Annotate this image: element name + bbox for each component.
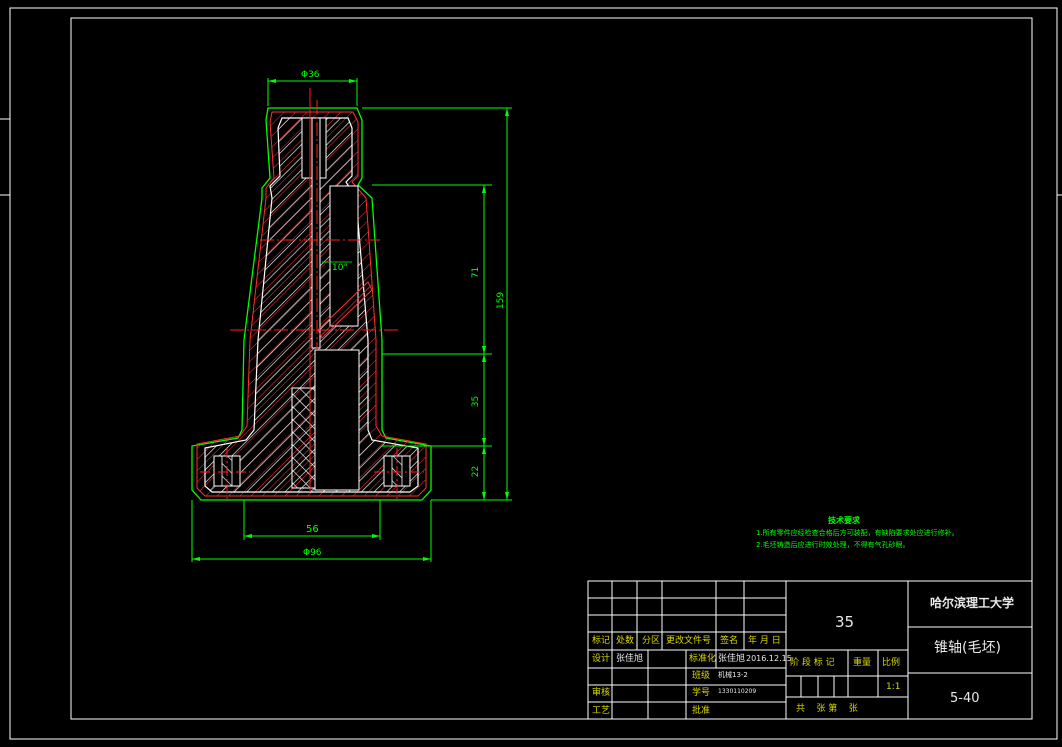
designer-name: 张佳旭 [616,654,644,664]
design-label: 设计 [592,654,611,664]
material-label: 35 [835,613,855,631]
header-count: 处数 [616,636,635,646]
dim-top-diameter: Φ36 [301,70,320,80]
tech-req-line2: 2.毛坯铸造后应进行时效处理，不得有气孔砂眼。 [756,541,910,549]
weight-label: 重量 [853,658,872,668]
student-id-label: 学号 [692,688,711,698]
drawing-number: 5-40 [950,691,980,706]
stage-mark-label: 阶 段 标 记 [790,658,835,668]
student-id: 1330110209 [718,688,757,695]
school-name: 哈尔滨理工大学 [930,596,1015,610]
tech-req-line1: 1.所有零件应经检查合格后方可装配，有缺陷要求处应进行修补。 [756,529,959,537]
engineering-drawing [0,7,1062,740]
ratio-label: 比例 [882,658,901,668]
process-label: 工艺 [592,706,611,716]
dim-angle: 10° [332,263,348,273]
standard-person: 张佳旭 [718,654,746,664]
header-zone: 分区 [642,636,661,646]
dim-bolt-spacing: 56 [306,524,319,535]
tech-req-title: 技术要求 [828,516,860,525]
scale-value: 1:1 [886,682,901,692]
part-section [191,88,432,501]
dim-base-diameter: Φ96 [303,548,322,558]
class-label: 班级 [692,671,711,681]
dim-upper-height: 71 [471,266,482,279]
dim-middle-height: 35 [471,395,482,408]
header-date: 年 月 日 [748,636,781,646]
part-name: 锥轴(毛坯) [934,640,1001,656]
approve-label: 批准 [692,706,711,716]
date-value: 2016.12.15 [746,654,792,663]
header-change-doc: 更改文件号 [666,636,712,646]
standard-label: 标准化 [689,654,717,664]
sheets-label: 共 张 第 张 [796,704,858,714]
header-sign: 签名 [720,636,739,646]
outer-border [9,7,1058,740]
dim-base-height: 22 [471,465,482,478]
check-label: 审核 [592,688,611,698]
class-value: 机械13-2 [718,671,748,679]
dim-total-height: 159 [496,291,507,310]
inner-border [70,17,1033,720]
header-mark: 标记 [592,636,611,646]
